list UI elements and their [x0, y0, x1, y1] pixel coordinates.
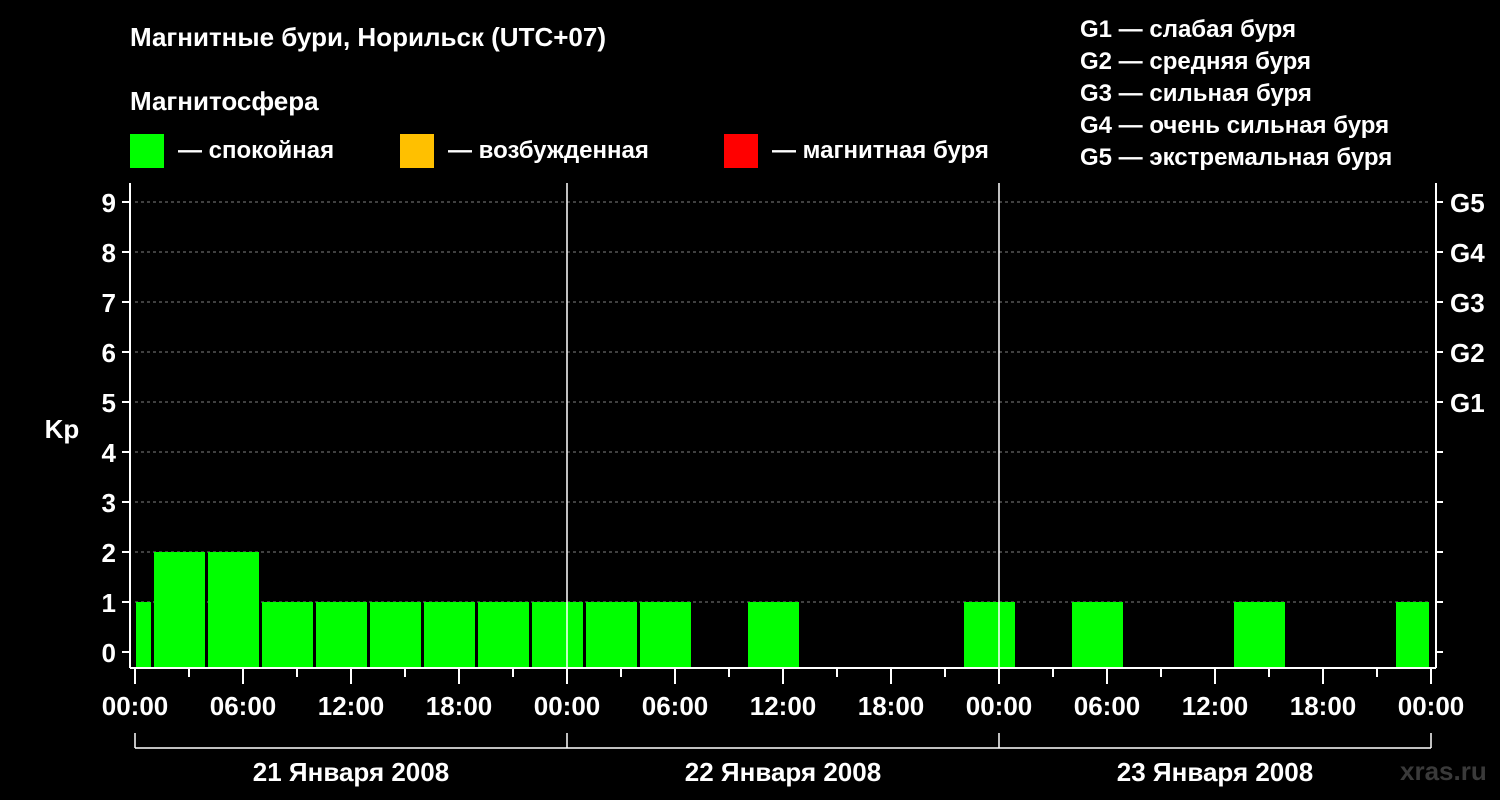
- x-tick-label: 00:00: [534, 691, 601, 721]
- x-tick-label: 18:00: [426, 691, 493, 721]
- x-tick-label: 18:00: [1290, 691, 1357, 721]
- kp-bar: [964, 602, 1015, 668]
- x-tick-label: 06:00: [210, 691, 277, 721]
- day-label: 23 Января 2008: [1117, 757, 1313, 787]
- x-tick-label: 00:00: [966, 691, 1033, 721]
- day-label: 22 Января 2008: [685, 757, 881, 787]
- storm-axis-label: G4: [1450, 238, 1485, 268]
- x-tick-label: 12:00: [1182, 691, 1249, 721]
- kp-bar: [748, 602, 799, 668]
- watermark: xras.ru: [1400, 756, 1487, 786]
- y-tick-label: 2: [102, 538, 116, 568]
- y-axis-label: Kp: [45, 414, 80, 444]
- kp-bar: [1072, 602, 1123, 668]
- y-tick-label: 1: [102, 588, 116, 618]
- storm-axis-label: G1: [1450, 388, 1485, 418]
- kp-chart: 0 1 2 3 4 5 6 7 8 9 G1 G2 G3 G4 G5 Kp 00:00 06:00 12:00 18:…: [45, 183, 1485, 787]
- y-tick-label: 5: [102, 388, 116, 418]
- kp-bar: [208, 552, 259, 668]
- storm-axis-label: G2: [1450, 338, 1485, 368]
- x-tick-label: 06:00: [642, 691, 709, 721]
- kp-bar: [478, 602, 529, 668]
- kp-bar: [154, 552, 205, 668]
- x-tick-label: 12:00: [318, 691, 385, 721]
- y-tick-label: 9: [102, 188, 116, 218]
- x-tick-label: 06:00: [1074, 691, 1141, 721]
- y-tick-label: 6: [102, 338, 116, 368]
- kp-bar: [316, 602, 367, 668]
- kp-bar: [532, 602, 583, 668]
- day-label: 21 Января 2008: [253, 757, 449, 787]
- kp-bar: [640, 602, 691, 668]
- x-tick-label: 00:00: [1398, 691, 1465, 721]
- kp-bar: [586, 602, 637, 668]
- y-tick-label: 4: [102, 438, 117, 468]
- kp-bar: [1234, 602, 1285, 668]
- y-tick-label: 0: [102, 638, 116, 668]
- kp-bar: [136, 602, 151, 668]
- storm-axis-label: G5: [1450, 188, 1485, 218]
- x-tick-label: 18:00: [858, 691, 925, 721]
- kp-bar: [262, 602, 313, 668]
- storm-axis-label: G3: [1450, 288, 1485, 318]
- y-tick-label: 3: [102, 488, 116, 518]
- x-tick-label: 00:00: [102, 691, 169, 721]
- y-tick-label: 7: [102, 288, 116, 318]
- x-tick-label: 12:00: [750, 691, 817, 721]
- kp-bar: [424, 602, 475, 668]
- kp-bar: [1396, 602, 1429, 668]
- kp-bar: [370, 602, 421, 668]
- y-tick-label: 8: [102, 238, 116, 268]
